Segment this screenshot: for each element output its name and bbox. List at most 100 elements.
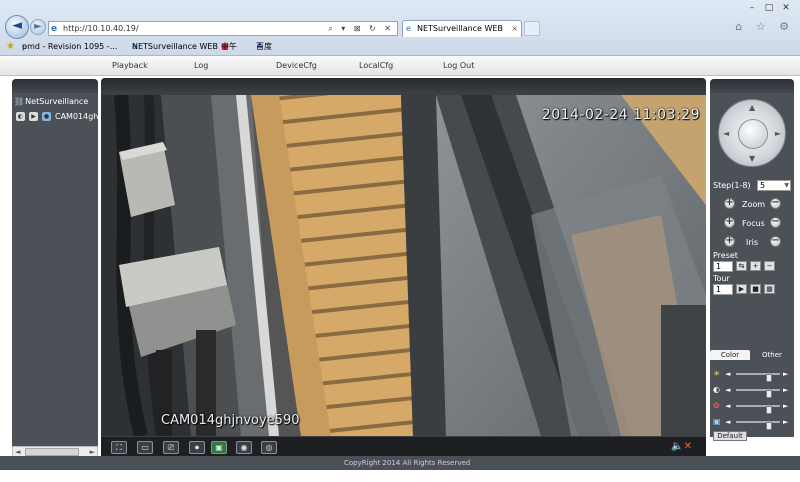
saturation-slider[interactable] xyxy=(736,405,780,414)
brightness-slider[interactable] xyxy=(736,373,780,382)
ie-page-icon: e xyxy=(51,24,58,34)
hue-increase-icon[interactable]: ► xyxy=(783,417,788,427)
contrast-increase-icon[interactable]: ► xyxy=(783,385,788,395)
ptz-up-icon[interactable]: ▲ xyxy=(749,103,755,112)
hue-icon: ▣ xyxy=(713,417,721,426)
favorite-item-label: NETSurveillance WEB xyxy=(132,42,218,51)
video-camera-name: CAM014ghjnvoye590 xyxy=(161,413,300,428)
page-bottom xyxy=(0,470,800,482)
maximize-button[interactable]: □ xyxy=(762,3,776,15)
ptz-down-icon[interactable]: ▼ xyxy=(749,154,755,163)
contrast-slider[interactable] xyxy=(736,389,780,398)
tour-play-icon[interactable]: ▶ xyxy=(736,284,747,294)
close-window-button[interactable]: ✕ xyxy=(779,3,793,15)
tab-other[interactable]: Other xyxy=(752,350,792,360)
preset-input[interactable]: 1 xyxy=(713,261,733,272)
scroll-thumb[interactable] xyxy=(25,448,79,456)
preset-remove-icon[interactable]: − xyxy=(764,261,775,271)
menu-log[interactable]: Log xyxy=(194,56,208,76)
iris-open-button[interactable]: + xyxy=(724,236,735,247)
snapshot-icon[interactable]: ⎚ xyxy=(163,441,179,454)
copyright-text: CopyRight 2014 All Rights Reserved xyxy=(344,459,471,467)
ptz-right-icon[interactable]: ► xyxy=(775,129,781,138)
focus-far-button[interactable]: − xyxy=(770,217,781,228)
favorite-item-label: 中午 xyxy=(221,42,237,51)
live-video[interactable]: 2014-02-24 11:03:29 CAM014ghjnvoye590 xyxy=(101,95,706,436)
new-tab-button[interactable] xyxy=(524,21,540,36)
menu-playback[interactable]: Playback xyxy=(112,56,148,76)
zoom-out-button[interactable]: − xyxy=(770,198,781,209)
footer: CopyRight 2014 All Rights Reserved xyxy=(0,456,800,470)
forward-arrow-icon: ► xyxy=(34,21,42,32)
default-button[interactable]: Default xyxy=(713,431,747,441)
camera-icon: ● xyxy=(42,112,51,121)
preset-add-icon[interactable]: + xyxy=(750,261,761,271)
audio-muted-icon[interactable]: 🔈✕ xyxy=(671,441,692,452)
fullscreen-icon[interactable]: ⛶ xyxy=(111,441,127,454)
brightness-increase-icon[interactable]: ► xyxy=(783,369,788,379)
brightness-decrease-icon[interactable]: ◄ xyxy=(725,369,730,379)
step-select[interactable]: 5 ▼ xyxy=(757,180,791,191)
tour-stop-icon[interactable]: ■ xyxy=(750,284,761,294)
iris-close-button[interactable]: − xyxy=(770,236,781,247)
expand-icon[interactable]: ◐ xyxy=(16,112,25,121)
tab-color[interactable]: Color xyxy=(710,350,750,360)
ptz-direction-pad[interactable]: ▲ ▼ ◄ ► xyxy=(718,99,786,167)
hue-decrease-icon[interactable]: ◄ xyxy=(725,417,730,427)
camera-feed-image xyxy=(101,95,706,436)
focus-label: Focus xyxy=(742,219,765,228)
address-bar[interactable]: e http://10.10.40.19/ ⌕ ▾ ⊠ ↻ ✕ xyxy=(48,21,398,36)
tree-item-camera[interactable]: ◐ ▶ ● CAM014ghj xyxy=(16,112,101,121)
brightness-icon: ☀ xyxy=(713,369,721,378)
contrast-icon: ◐ xyxy=(713,385,720,394)
favorite-item-label: 百度 xyxy=(256,42,272,51)
favorites-star-icon[interactable]: ★ xyxy=(6,39,15,55)
saturation-increase-icon[interactable]: ► xyxy=(783,401,788,411)
address-tools-icon[interactable]: ⌕ ▾ ⊠ ↻ ✕ xyxy=(328,22,394,35)
menu-devicecfg[interactable]: DeviceCfg xyxy=(276,56,317,76)
top-menu-bar: Playback Log DeviceCfg LocalCfg Log Out xyxy=(0,56,800,76)
contrast-slider-knob[interactable] xyxy=(766,390,772,398)
favorite-item-label: pmd - Revision 1095 -... xyxy=(22,42,118,51)
tab-netsurveillance[interactable]: e NETSurveillance WEB × xyxy=(402,20,522,37)
iris-label: Iris xyxy=(746,238,759,247)
saturation-decrease-icon[interactable]: ◄ xyxy=(725,401,730,411)
address-url: http://10.10.40.19/ xyxy=(63,24,139,33)
stream-icon[interactable]: ◉ xyxy=(236,441,252,454)
tab-close-icon[interactable]: × xyxy=(511,21,518,36)
device-tree-panel: ⛓NetSurveillance ◐ ▶ ● CAM014ghj xyxy=(12,79,101,463)
menu-localcfg[interactable]: LocalCfg xyxy=(359,56,393,76)
step-value: 5 xyxy=(760,181,766,190)
tree-root-netsurveillance[interactable]: ⛓NetSurveillance xyxy=(14,97,88,106)
saturation-slider-knob[interactable] xyxy=(766,406,772,414)
video-panel-header xyxy=(101,78,706,94)
ptz-center-button[interactable] xyxy=(738,119,768,149)
hue-slider[interactable] xyxy=(736,421,780,430)
tab-title: NETSurveillance WEB xyxy=(417,24,503,33)
camera-label: CAM014ghj xyxy=(55,112,101,121)
zoom-label: Zoom xyxy=(742,200,766,209)
zoom-in-button[interactable]: + xyxy=(724,198,735,209)
image-icon[interactable]: ▣ xyxy=(211,441,227,454)
hue-slider-knob[interactable] xyxy=(766,422,772,430)
network-icon: ⛓ xyxy=(14,97,25,106)
ptz-left-icon[interactable]: ◄ xyxy=(723,129,729,138)
focus-near-button[interactable]: + xyxy=(724,217,735,228)
record-icon[interactable]: ⏺ xyxy=(189,441,205,454)
brightness-slider-knob[interactable] xyxy=(766,374,772,382)
contrast-decrease-icon[interactable]: ◄ xyxy=(725,385,730,395)
forward-button[interactable]: ► xyxy=(30,19,46,35)
back-button[interactable]: ◄ xyxy=(5,15,29,39)
stop-stream-icon[interactable]: ◎ xyxy=(261,441,277,454)
browser-chrome: ◄ ► e http://10.10.40.19/ ⌕ ▾ ⊠ ↻ ✕ e NE… xyxy=(0,0,800,56)
step-label: Step(1-8) xyxy=(713,181,751,190)
tab-favicon-icon: e xyxy=(406,24,411,33)
single-view-icon[interactable]: ▭ xyxy=(137,441,153,454)
tour-input[interactable]: 1 xyxy=(713,284,733,295)
preset-goto-icon[interactable]: ⇆ xyxy=(736,261,747,271)
tour-grid-icon[interactable]: ▦ xyxy=(764,284,775,294)
play-icon[interactable]: ▶ xyxy=(29,112,38,121)
menu-logout[interactable]: Log Out xyxy=(443,56,474,76)
home-favorites-tools-icons[interactable]: ⌂ ☆ ⚙ xyxy=(735,20,794,33)
minimize-button[interactable]: – xyxy=(745,3,759,15)
